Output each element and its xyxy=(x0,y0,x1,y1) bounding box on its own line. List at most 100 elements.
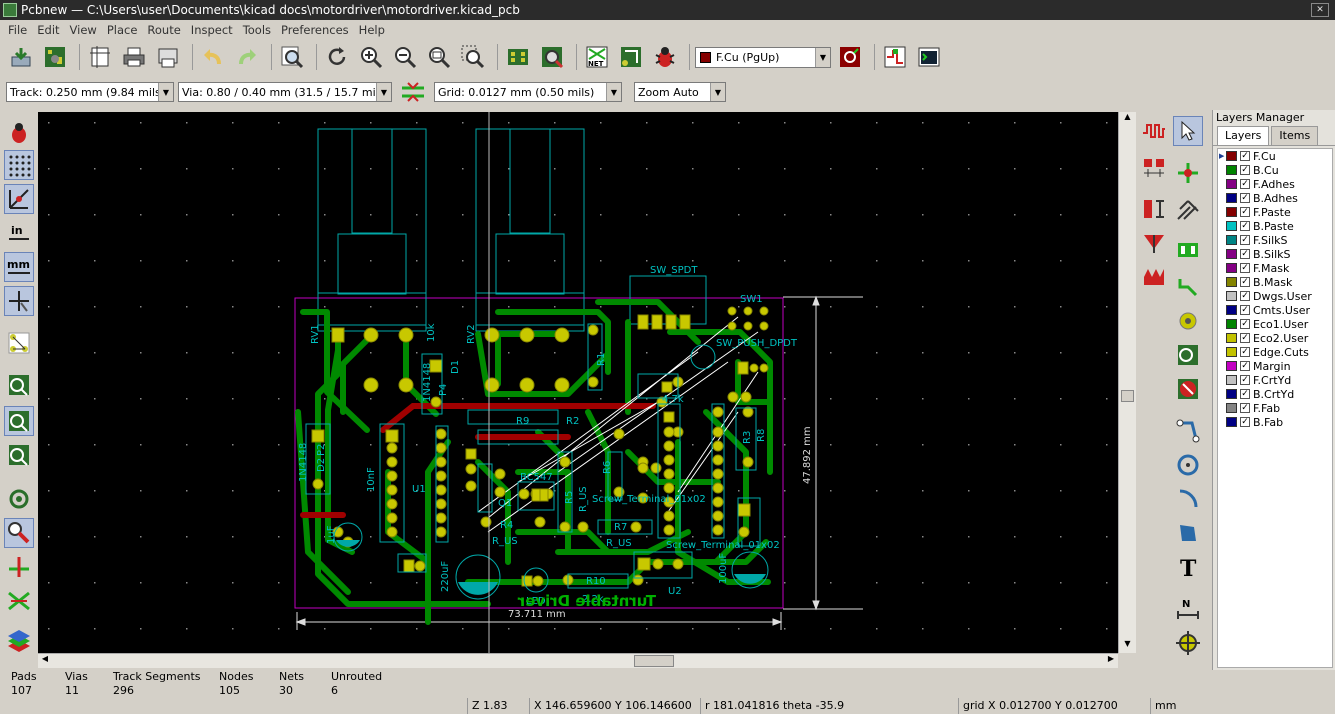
draw-polygon-button[interactable] xyxy=(1173,518,1203,548)
layer-color-swatch[interactable] xyxy=(1226,207,1237,217)
delete-tool-button[interactable] xyxy=(1173,374,1203,404)
add-circle-button[interactable] xyxy=(1173,306,1203,336)
layer-row[interactable]: ✓ Cmts.User xyxy=(1218,303,1332,317)
menu-edit[interactable]: Edit xyxy=(32,23,64,37)
route-track-button[interactable] xyxy=(1139,194,1169,224)
layer-row[interactable]: ✓ Dwgs.User xyxy=(1218,289,1332,303)
show-pads-sketch-button[interactable] xyxy=(4,440,34,470)
via-size-select[interactable]: Via: 0.80 / 0.40 mm (31.5 / 15.7 mils) *… xyxy=(178,82,392,102)
draw-line-button[interactable] xyxy=(1173,416,1203,446)
read-netlist-button[interactable]: NET xyxy=(582,42,612,72)
layer-row[interactable]: ✓ Eco2.User xyxy=(1218,331,1332,345)
layer-visibility-checkbox[interactable]: ✓ xyxy=(1240,249,1250,259)
layer-visibility-checkbox[interactable]: ✓ xyxy=(1240,207,1250,217)
footprint-viewer-button[interactable] xyxy=(537,42,567,72)
layer-row[interactable]: ✓ B.Mask xyxy=(1218,275,1332,289)
refresh-button[interactable] xyxy=(322,42,352,72)
add-keepout-button[interactable] xyxy=(1139,262,1169,292)
vertical-scroll-thumb[interactable] xyxy=(1121,390,1134,402)
layer-visibility-checkbox[interactable]: ✓ xyxy=(1240,151,1250,161)
highlight-net-button[interactable] xyxy=(1139,116,1169,146)
layer-visibility-checkbox[interactable]: ✓ xyxy=(1240,403,1250,413)
layer-color-swatch[interactable] xyxy=(1226,179,1237,189)
show-ratsnest-button[interactable] xyxy=(4,328,34,358)
layer-color-swatch[interactable] xyxy=(1226,277,1237,287)
layer-row[interactable]: ✓ Eco1.User xyxy=(1218,317,1332,331)
add-zone-button[interactable] xyxy=(1173,234,1203,264)
layer-visibility-checkbox[interactable]: ✓ xyxy=(1240,389,1250,399)
scroll-right-icon[interactable]: ▶ xyxy=(1104,654,1118,668)
add-graphic-line-button[interactable] xyxy=(1173,272,1203,302)
layer-visibility-checkbox[interactable]: ✓ xyxy=(1240,333,1250,343)
layer-color-swatch[interactable] xyxy=(1226,291,1237,301)
add-footprint-button[interactable] xyxy=(1173,158,1203,188)
draw-circle-button[interactable] xyxy=(1173,450,1203,480)
footprint-editor-button[interactable] xyxy=(503,42,533,72)
menu-place[interactable]: Place xyxy=(102,23,143,37)
layer-row[interactable]: ✓ F.Mask xyxy=(1218,261,1332,275)
layer-row[interactable]: ✓ F.Paste xyxy=(1218,205,1332,219)
draw-arc-button[interactable] xyxy=(1173,484,1203,514)
layer-visibility-checkbox[interactable]: ✓ xyxy=(1240,417,1250,427)
show-ratsnest-lines-button[interactable] xyxy=(4,586,34,616)
layer-color-swatch[interactable] xyxy=(1226,389,1237,399)
microwave-toolbar-button[interactable] xyxy=(4,552,34,582)
scroll-left-icon[interactable]: ◀ xyxy=(38,654,52,668)
layer-color-swatch[interactable] xyxy=(1226,165,1237,175)
zoom-fit-button[interactable] xyxy=(424,42,454,72)
layer-pair-button[interactable] xyxy=(835,42,865,72)
layer-color-swatch[interactable] xyxy=(1226,361,1237,371)
layer-visibility-checkbox[interactable]: ✓ xyxy=(1240,193,1250,203)
select-tool-button[interactable] xyxy=(1173,116,1203,146)
pcb-canvas[interactable]: 73.711 mm 47.892 mm RV1 RV2 10k SW_SPDT … xyxy=(38,112,1118,653)
layer-color-swatch[interactable] xyxy=(1226,347,1237,357)
layers-manager-toggle-button[interactable] xyxy=(4,626,34,656)
horizontal-scroll-thumb[interactable] xyxy=(634,655,674,667)
grid-toggle-button[interactable] xyxy=(4,150,34,180)
cursor-shape-button[interactable] xyxy=(4,286,34,316)
layer-color-swatch[interactable] xyxy=(1226,249,1237,259)
layer-visibility-checkbox[interactable]: ✓ xyxy=(1240,221,1250,231)
menu-preferences[interactable]: Preferences xyxy=(276,23,354,37)
track-width-select[interactable]: Track: 0.250 mm (9.84 mils) * ▼ xyxy=(6,82,174,102)
menu-tools[interactable]: Tools xyxy=(238,23,276,37)
units-mm-button[interactable]: mm xyxy=(4,252,34,282)
layer-visibility-checkbox[interactable]: ✓ xyxy=(1240,235,1250,245)
layer-color-swatch[interactable] xyxy=(1226,417,1237,427)
layer-color-swatch[interactable] xyxy=(1226,305,1237,315)
place-origin-button[interactable] xyxy=(1173,628,1203,658)
layer-visibility-checkbox[interactable]: ✓ xyxy=(1240,263,1250,273)
undo-button[interactable] xyxy=(198,42,228,72)
layer-row[interactable]: ✓ F.Adhes xyxy=(1218,177,1332,191)
show-tracks-sketch-button[interactable] xyxy=(4,406,34,436)
board-setup-button[interactable] xyxy=(40,42,70,72)
layer-color-swatch[interactable] xyxy=(1226,193,1237,203)
layer-row[interactable]: ✓ F.CrtYd xyxy=(1218,373,1332,387)
menu-inspect[interactable]: Inspect xyxy=(186,23,238,37)
drc-markers-button[interactable] xyxy=(4,118,34,148)
layer-row[interactable]: ✓ B.Cu xyxy=(1218,163,1332,177)
menu-route[interactable]: Route xyxy=(142,23,185,37)
layer-visibility-checkbox[interactable]: ✓ xyxy=(1240,305,1250,315)
layer-color-swatch[interactable] xyxy=(1226,333,1237,343)
scroll-down-icon[interactable]: ▼ xyxy=(1120,639,1135,653)
layer-visibility-checkbox[interactable]: ✓ xyxy=(1240,179,1250,189)
local-ratsnest-button[interactable] xyxy=(1139,152,1169,182)
layer-row[interactable]: ✓ B.Fab xyxy=(1218,415,1332,429)
close-button[interactable]: ✕ xyxy=(1311,3,1329,17)
layer-row[interactable]: ✓ B.Paste xyxy=(1218,219,1332,233)
layer-visibility-checkbox[interactable]: ✓ xyxy=(1240,375,1250,385)
layer-color-swatch[interactable] xyxy=(1226,151,1237,161)
save-button[interactable] xyxy=(6,42,36,72)
layer-row[interactable]: ✓ F.Fab xyxy=(1218,401,1332,415)
layer-visibility-checkbox[interactable]: ✓ xyxy=(1240,165,1250,175)
microwave-tools-button[interactable] xyxy=(880,42,910,72)
layer-row[interactable]: ✓ Margin xyxy=(1218,359,1332,373)
grid-select[interactable]: Grid: 0.0127 mm (0.50 mils) ▼ xyxy=(434,82,622,102)
units-inch-button[interactable]: in xyxy=(4,218,34,248)
layer-row[interactable]: ✓ F.SilkS xyxy=(1218,233,1332,247)
zoom-out-button[interactable] xyxy=(390,42,420,72)
redo-button[interactable] xyxy=(232,42,262,72)
layer-visibility-checkbox[interactable]: ✓ xyxy=(1240,347,1250,357)
layer-visibility-checkbox[interactable]: ✓ xyxy=(1240,361,1250,371)
